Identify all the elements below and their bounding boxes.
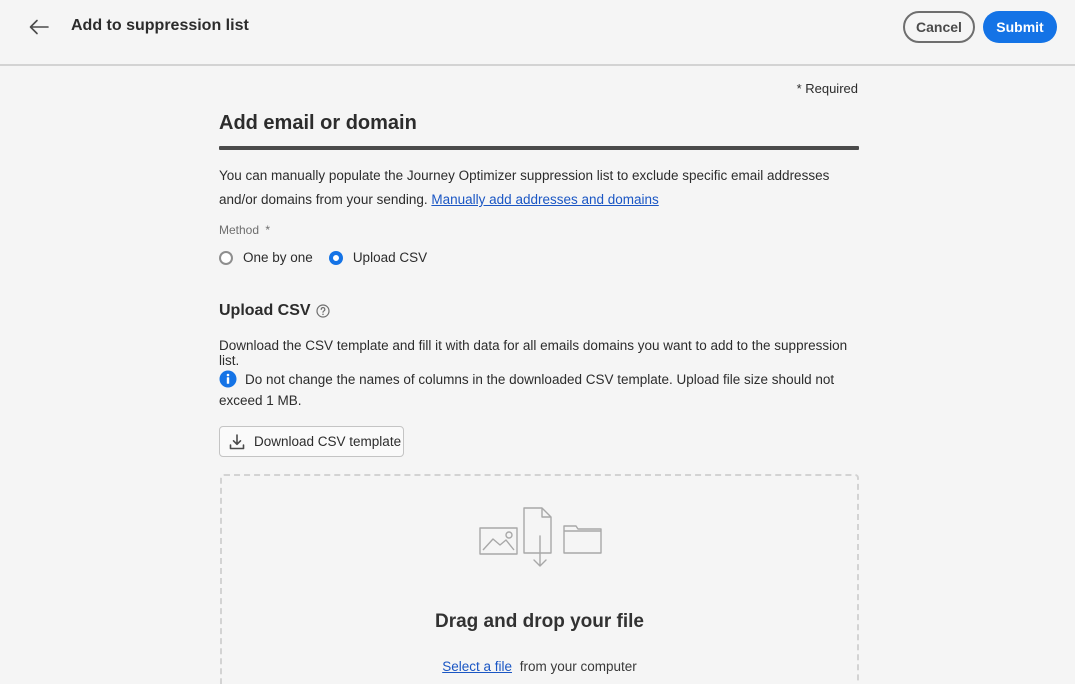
radio-one-by-one-circle[interactable] xyxy=(219,250,233,265)
dropzone-title: Drag and drop your file xyxy=(434,611,645,632)
required-note: * Required xyxy=(796,81,858,96)
radio-one-by-one-label: One by one xyxy=(243,250,313,265)
section-divider xyxy=(219,146,859,150)
method-radio-group: One by one Upload CSV xyxy=(219,250,427,265)
download-csv-template-label: Download CSV template xyxy=(254,434,402,449)
help-circle-icon[interactable] xyxy=(315,304,330,318)
required-asterisk: * xyxy=(265,223,271,237)
upload-description: Download the CSV template and fill it wi… xyxy=(219,338,848,368)
section-title: Add email or domain xyxy=(219,112,417,134)
submit-button[interactable]: Submit xyxy=(983,11,1057,43)
select-file-link[interactable]: Select a file xyxy=(442,659,512,674)
dropzone-subtitle: Select a file from your computer xyxy=(222,659,857,674)
method-label-text: Method xyxy=(219,223,260,237)
manual-add-link[interactable]: Manually add addresses and domains xyxy=(431,192,658,207)
upload-csv-title: Upload CSV xyxy=(219,302,330,320)
file-upload-illustration-icon xyxy=(479,507,602,567)
download-icon xyxy=(229,433,245,449)
page-title: Add to suppression list xyxy=(71,17,249,34)
intro-text: You can manually populate the Journey Op… xyxy=(219,164,859,212)
file-dropzone[interactable]: Drag and drop your file Select a file fr… xyxy=(220,474,859,684)
method-label: Method * xyxy=(219,223,270,237)
header: Add to suppression list Cancel Submit xyxy=(0,0,1075,66)
radio-one-by-one[interactable]: One by one xyxy=(219,250,313,265)
cancel-button[interactable]: Cancel xyxy=(903,11,975,43)
radio-upload-csv-circle[interactable] xyxy=(328,250,343,265)
select-file-suffix: from your computer xyxy=(519,659,637,674)
arrow-left-icon xyxy=(29,19,49,35)
radio-upload-csv[interactable]: Upload CSV xyxy=(328,250,428,265)
info-message: Do not change the names of columns in th… xyxy=(219,372,835,408)
upload-csv-title-text: Upload CSV xyxy=(219,302,311,319)
radio-upload-csv-label: Upload CSV xyxy=(352,250,428,265)
download-csv-template-button[interactable]: Download CSV template xyxy=(219,426,404,457)
back-button[interactable] xyxy=(24,14,54,40)
